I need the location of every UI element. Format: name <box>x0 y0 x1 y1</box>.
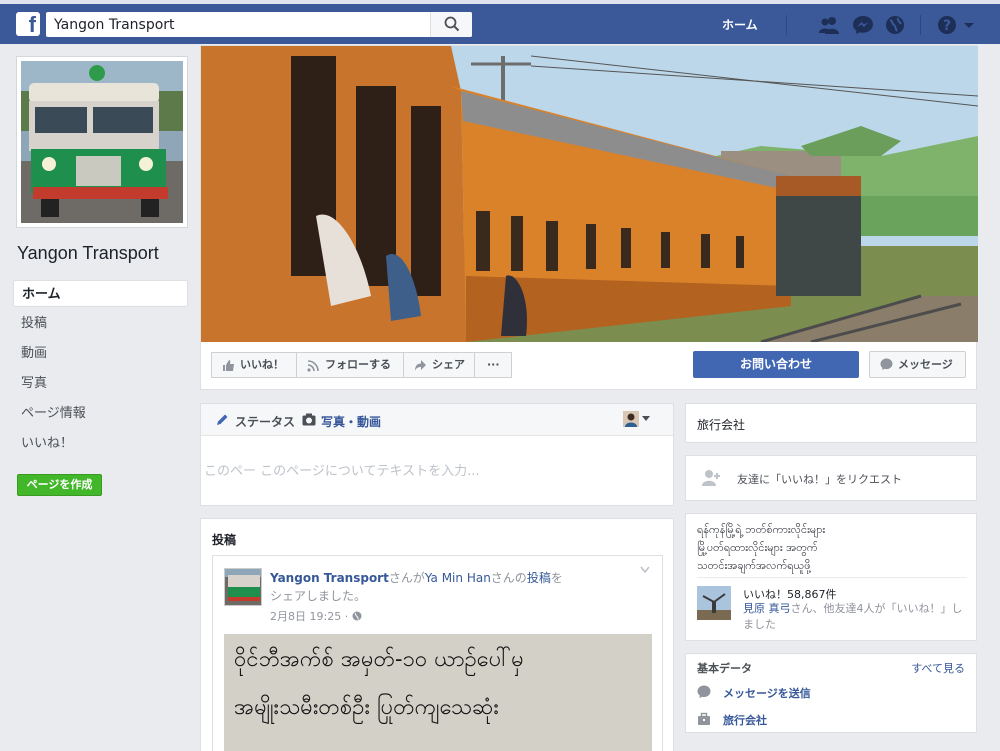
more-button[interactable]: ··· <box>474 352 512 378</box>
about-line-2: မြို့ပတ်ရထားလိုင်းများ အတွက် <box>697 541 818 554</box>
sidebar-item-about[interactable]: ページ情報 <box>13 400 188 427</box>
post-options-chevron-icon[interactable] <box>640 566 650 574</box>
top-navigation-bar: f ホーム ? <box>0 0 1000 44</box>
sidebar-item-home[interactable]: ホーム <box>13 280 188 307</box>
post-composer: ステータス 写真・動画 このペー このページについてテキストを入力... <box>200 403 674 506</box>
post-text-3: を <box>550 571 563 585</box>
share-arrow-icon <box>415 360 426 371</box>
basic-category-label: 旅行会社 <box>723 714 767 727</box>
invite-friends-card[interactable]: 友達に「いいね！」をリクエスト <box>685 455 977 501</box>
basic-category-link[interactable]: 旅行会社 <box>697 712 767 728</box>
public-globe-icon <box>352 611 362 621</box>
create-page-button[interactable]: ページを作成 <box>17 474 102 496</box>
friend-name-link[interactable]: 見原 真弓 <box>743 602 791 615</box>
cover-photo[interactable] <box>201 46 978 342</box>
svg-text:?: ? <box>943 18 951 34</box>
post-text-2: さんの <box>490 571 527 585</box>
bus-thumbnail <box>225 569 261 605</box>
post-date-text: 2月8日 19:25 · <box>270 610 352 623</box>
post-author-avatar[interactable] <box>224 568 262 606</box>
post-image-text-line-2: အမျိုးသမီးတစ်ဦး ပြုတ်ကျသေဆုံး <box>234 695 499 720</box>
facebook-logo[interactable]: f <box>16 12 40 36</box>
tab-status[interactable]: ステータス <box>235 413 295 430</box>
posts-heading: 投稿 <box>212 533 237 547</box>
camera-icon <box>302 413 316 426</box>
friends-who-like: 見原 真弓さん、他友達4人が「いいね！」しました <box>743 601 968 633</box>
cover-card: いいね！ フォローする シェア ··· お問い合わせ メッセージ <box>200 45 978 390</box>
like-label: いいね！ <box>240 358 284 371</box>
post-image-text-line-1: ဝိုင်ဘီအက်စ် အမှတ်-၁၀ ယာဉ်ပေါ်မှ <box>234 647 524 672</box>
messenger-small-icon <box>697 685 711 698</box>
send-message-link[interactable]: メッセージを送信 <box>697 685 811 701</box>
message-label: メッセージ <box>898 358 953 371</box>
about-description: ရန်ကုန်မြို့ရဲ့ ဘတ်စ်ကားလိုင်းများ မြို့… <box>697 521 967 575</box>
likes-count: いいね！58,867件 <box>743 588 837 601</box>
about-line-3: သတင်းအချက်အလက်ရယူဖို့ <box>697 559 811 572</box>
add-friend-icon <box>702 470 720 486</box>
poster-avatar-icon[interactable] <box>623 411 639 427</box>
message-button[interactable]: メッセージ <box>869 351 966 378</box>
search-box <box>46 12 472 37</box>
post-timestamp[interactable]: 2月8日 19:25 · <box>270 608 362 624</box>
shared-post-link[interactable]: 投稿 <box>527 571 551 585</box>
caret-down-icon[interactable] <box>962 15 976 35</box>
shared-person-link[interactable]: Ya Min Han <box>425 571 491 585</box>
follow-button[interactable]: フォローする <box>296 352 404 378</box>
basic-info-title: 基本データ <box>697 662 752 675</box>
share-label: シェア <box>432 358 465 371</box>
topbar-divider-2 <box>920 15 921 35</box>
search-input[interactable] <box>46 12 432 37</box>
sidebar-item-likes[interactable]: いいね！ <box>13 430 188 457</box>
post-text-1: さんが <box>388 571 425 585</box>
help-icon[interactable]: ? <box>936 15 958 35</box>
follow-label: フォローする <box>325 358 391 371</box>
messenger-icon[interactable] <box>852 15 874 35</box>
rss-icon <box>307 360 319 372</box>
tab-photo-video[interactable]: 写真・動画 <box>321 413 381 430</box>
shared-post: Yangon TransportさんがYa Min Hanさんの投稿を シェアし… <box>212 555 663 751</box>
briefcase-icon <box>698 712 710 725</box>
category-card: 旅行会社 <box>685 403 977 443</box>
friends-icon[interactable] <box>818 15 840 35</box>
composer-input[interactable]: このペー このページについてテキストを入力... <box>204 460 480 479</box>
basic-info-card: 基本データ すべて見る メッセージを送信 旅行会社 <box>685 653 977 733</box>
page-name[interactable]: Yangon Transport <box>17 243 159 264</box>
search-icon <box>444 16 460 32</box>
sidebar-item-posts[interactable]: 投稿 <box>13 310 188 337</box>
composer-tabs: ステータス 写真・動画 <box>201 404 673 436</box>
train-cover-image <box>201 46 978 342</box>
post-author-link[interactable]: Yangon Transport <box>270 571 389 585</box>
contact-us-button[interactable]: お問い合わせ <box>693 351 859 378</box>
post-text-4: シェアしました。 <box>270 589 367 603</box>
thumbs-up-icon <box>223 360 234 371</box>
see-all-link[interactable]: すべて見る <box>911 660 965 676</box>
more-ellipsis-icon: ··· <box>487 358 500 371</box>
profile-picture[interactable] <box>16 56 188 228</box>
sidebar-item-videos[interactable]: 動画 <box>13 340 188 367</box>
post-image[interactable]: ဝိုင်ဘီအက်စ် အမှတ်-၁၀ ယာဉ်ပေါ်မှ အမျိုးသ… <box>224 634 652 751</box>
sidebar-item-photos[interactable]: 写真 <box>13 370 188 397</box>
caret-down-icon[interactable] <box>642 416 650 422</box>
send-message-label: メッセージを送信 <box>723 687 811 700</box>
about-card: ရန်ကုန်မြို့ရဲ့ ဘတ်စ်ကားလိုင်းများ မြို့… <box>685 513 977 641</box>
like-page-button[interactable]: いいね！ <box>211 352 297 378</box>
friend-photo <box>697 586 731 620</box>
pencil-icon <box>217 414 228 425</box>
share-button[interactable]: シェア <box>403 352 475 378</box>
posts-section: 投稿 Yangon TransportさんがYa Min Hanさんの投稿を シ… <box>200 518 674 751</box>
page-action-bar: いいね！ フォローする シェア ··· お問い合わせ メッセージ <box>201 342 978 390</box>
bus-photo <box>21 61 183 223</box>
page-category[interactable]: 旅行会社 <box>697 416 745 433</box>
friend-avatar[interactable] <box>697 586 731 620</box>
topbar-divider <box>786 15 787 35</box>
invite-friends-text[interactable]: 友達に「いいね！」をリクエスト <box>737 471 902 487</box>
messenger-bubble-icon <box>880 358 893 370</box>
post-header: Yangon TransportさんがYa Min Hanさんの投稿を シェアし… <box>270 569 600 605</box>
globe-icon[interactable] <box>884 15 906 35</box>
about-line-1: ရန်ကုန်မြို့ရဲ့ ဘတ်စ်ကားလိုင်းများ <box>697 523 826 536</box>
home-link[interactable]: ホーム <box>722 16 758 33</box>
about-divider <box>697 577 967 578</box>
search-button[interactable] <box>430 12 472 37</box>
